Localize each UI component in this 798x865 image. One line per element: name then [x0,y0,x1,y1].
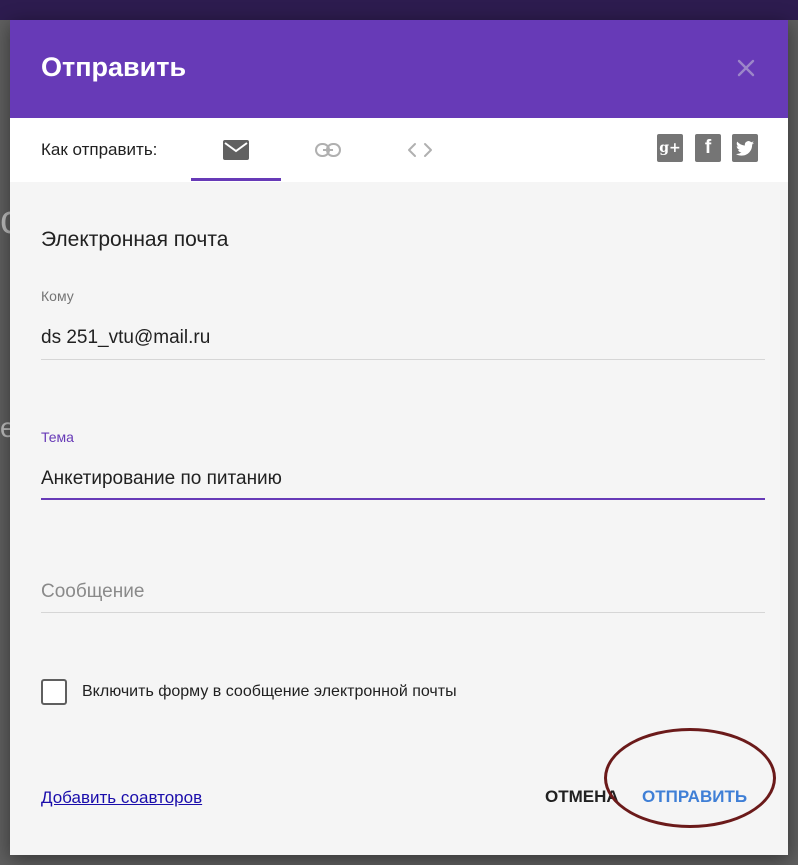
facebook-share-button[interactable]: f [695,134,721,162]
include-form-checkbox[interactable] [41,679,67,705]
link-icon [315,143,341,157]
window-top-strip [0,0,798,20]
envelope-icon [223,140,249,160]
twitter-share-button[interactable] [732,134,758,162]
tab-email[interactable] [191,118,281,182]
tab-link[interactable] [283,118,373,182]
code-icon [408,143,432,157]
close-button[interactable] [728,50,764,86]
to-field[interactable]: ds 251_vtu@mail.ru [41,327,210,349]
dialog-header: Отправить [10,20,788,118]
message-field[interactable]: Сообщение [41,581,144,603]
tab-embed[interactable] [375,118,465,182]
google-plus-icon: g+ [659,140,681,156]
twitter-icon [736,140,754,156]
add-collaborators-link[interactable]: Добавить соавторов [41,788,202,808]
send-method-label: Как отправить: [41,140,158,159]
email-section-title: Электронная почта [41,228,229,251]
to-field-label: Кому [41,288,74,304]
message-field-underline [41,612,765,613]
send-dialog: Отправить Как отправить: g+ f Электронна… [10,20,788,855]
send-button[interactable]: ОТПРАВИТЬ [642,787,747,807]
cancel-button[interactable]: ОТМЕНА [545,787,619,807]
to-field-underline [41,359,765,360]
google-plus-share-button[interactable]: g+ [657,134,683,162]
include-form-label: Включить форму в сообщение электронной п… [82,683,457,700]
subject-field-label: Тема [41,429,74,445]
send-method-tabbar: Как отправить: g+ f [10,118,788,182]
subject-field[interactable]: Анкетирование по питанию [41,468,282,490]
facebook-icon: f [704,137,712,158]
dialog-title: Отправить [41,52,187,82]
close-icon [737,59,755,77]
subject-field-underline [41,498,765,500]
selected-tab-indicator [191,178,281,181]
